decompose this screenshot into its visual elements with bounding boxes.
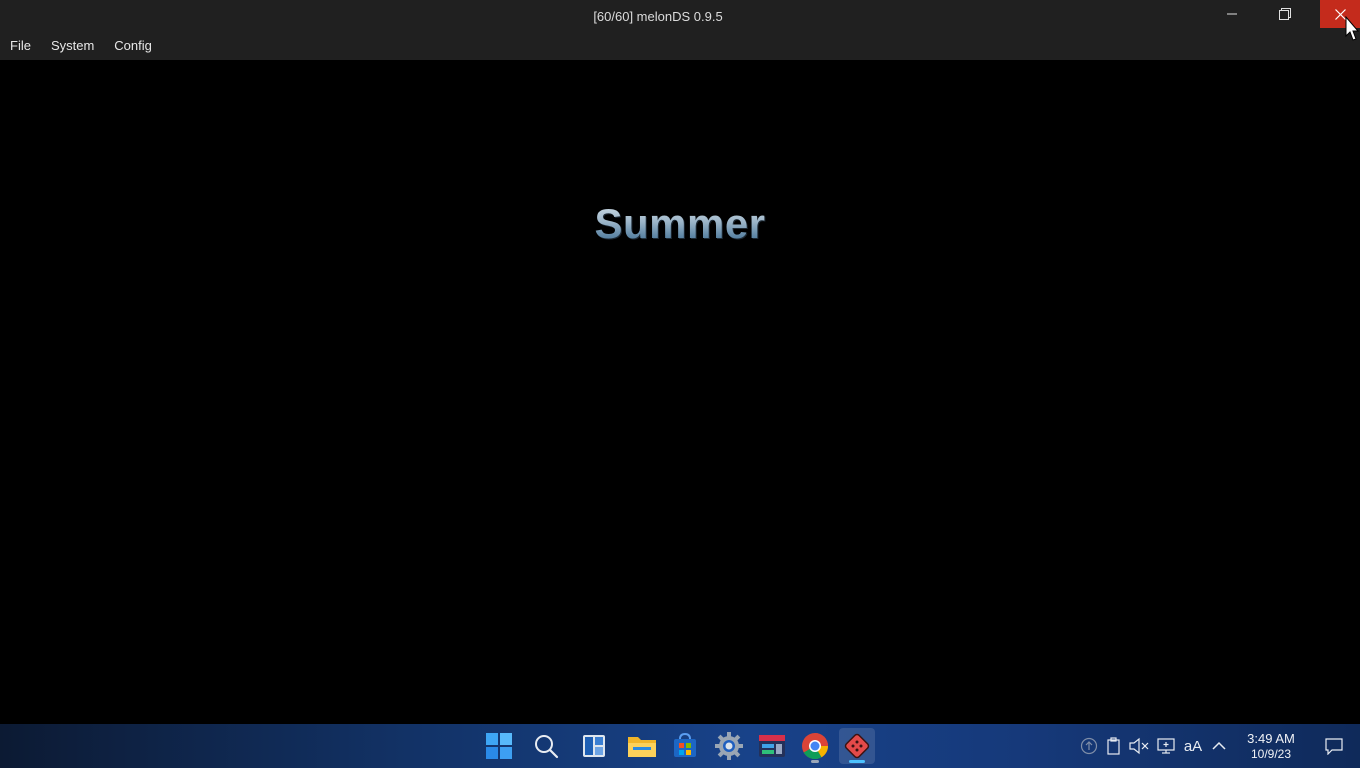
window-title: [60/60] melonDS 0.9.5 [593, 9, 723, 24]
tray-show-hidden[interactable] [1209, 736, 1229, 756]
emulator-screen[interactable]: Summer [0, 60, 1360, 724]
settings-gear-icon [715, 732, 743, 760]
font-size-icon: aA [1183, 737, 1203, 755]
search-button[interactable] [528, 728, 564, 764]
start-button[interactable] [481, 728, 517, 764]
taskbar-clock[interactable]: 3:49 AM 10/9/23 [1236, 731, 1306, 761]
chrome-button[interactable] [797, 728, 833, 764]
file-explorer-icon [628, 737, 656, 757]
tray-volume[interactable] [1129, 736, 1149, 756]
menu-system[interactable]: System [41, 32, 104, 60]
title-bar[interactable]: [60/60] melonDS 0.9.5 [0, 0, 1360, 32]
minimize-button[interactable] [1209, 0, 1255, 28]
app-button[interactable] [754, 728, 790, 764]
tray-update[interactable] [1079, 736, 1099, 756]
melonds-button[interactable] [839, 728, 875, 764]
update-icon [1080, 737, 1098, 755]
notification-icon [1325, 738, 1343, 755]
restore-button[interactable] [1262, 0, 1308, 28]
melonds-window: [60/60] melonDS 0.9.5 File System Config… [0, 0, 1360, 724]
menu-config[interactable]: Config [104, 32, 162, 60]
microsoft-store-button[interactable] [667, 728, 703, 764]
app-icon [759, 735, 785, 757]
chevron-up-icon [1212, 741, 1226, 750]
tray-font-size[interactable]: aA [1181, 736, 1205, 756]
speaker-muted-icon [1129, 737, 1149, 755]
search-icon [535, 735, 559, 759]
minimize-icon [1227, 13, 1237, 15]
widgets-icon [583, 735, 605, 757]
restore-icon [1279, 8, 1291, 20]
melonds-icon [844, 733, 870, 759]
chrome-running-indicator [811, 760, 819, 763]
mouse-cursor-icon [1345, 16, 1360, 41]
microsoft-store-icon [674, 733, 696, 757]
close-icon [1334, 8, 1346, 20]
tray-display[interactable] [1156, 736, 1176, 756]
file-explorer-button[interactable] [624, 728, 660, 764]
tray-notifications[interactable] [1324, 736, 1344, 756]
chrome-icon [802, 733, 829, 760]
clipboard-icon [1107, 737, 1120, 755]
menu-file[interactable]: File [0, 32, 41, 60]
melonds-active-indicator [849, 760, 865, 763]
display-icon [1157, 738, 1175, 754]
taskbar: aA 3:49 AM 10/9/23 [0, 724, 1360, 768]
clock-date: 10/9/23 [1250, 747, 1292, 761]
tray-clipboard[interactable] [1104, 736, 1124, 756]
clock-time: 3:49 AM [1247, 731, 1295, 746]
menu-bar: File System Config [0, 32, 1360, 60]
settings-button[interactable] [711, 728, 747, 764]
game-title-text: Summer [560, 200, 800, 248]
windows-start-icon [486, 733, 512, 759]
widgets-button[interactable] [576, 728, 612, 764]
